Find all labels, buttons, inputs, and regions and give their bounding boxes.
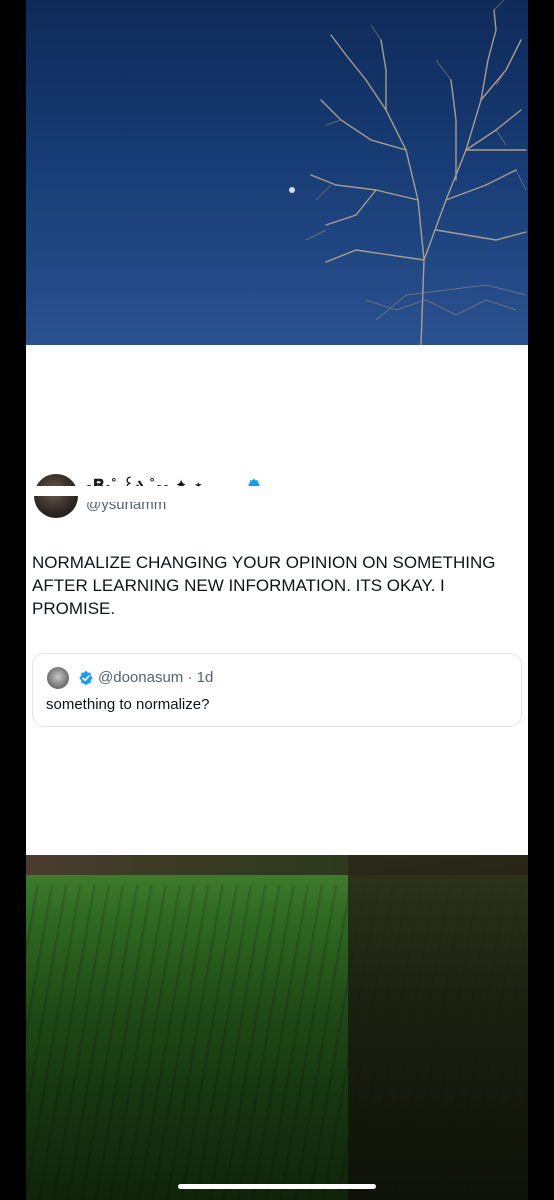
sky-background	[26, 0, 528, 345]
author-display-name[interactable]: ₒ𝐑ₑ˚ ꒰ა ˚ₒₑ ✦ ⋆	[86, 476, 204, 486]
verified-badge-icon	[79, 670, 93, 686]
screenshot-crop-gap	[26, 486, 528, 496]
quoted-handle-time[interactable]: @doonasum · 1d	[98, 669, 213, 686]
hedge	[348, 855, 528, 1200]
bare-tree-image	[305, 0, 527, 345]
quoted-tweet[interactable]: @doonasum · 1d something to normalize?	[32, 653, 522, 727]
home-indicator[interactable]	[178, 1184, 376, 1189]
field-background	[26, 855, 528, 1200]
quoted-author-avatar[interactable]	[47, 667, 69, 689]
author-handle[interactable]: @ysunamm	[86, 502, 166, 512]
author-avatar[interactable]	[34, 474, 78, 518]
quoted-tweet-text: something to normalize?	[46, 696, 210, 713]
tweet-text: NORMALIZE CHANGING YOUR OPINION ON SOMET…	[32, 553, 496, 618]
tweet-card[interactable]: ₒ𝐑ₑ˚ ꒰ა ˚ₒₑ ✦ ⋆ @ysunamm NORMALIZE CHANG…	[26, 345, 528, 855]
